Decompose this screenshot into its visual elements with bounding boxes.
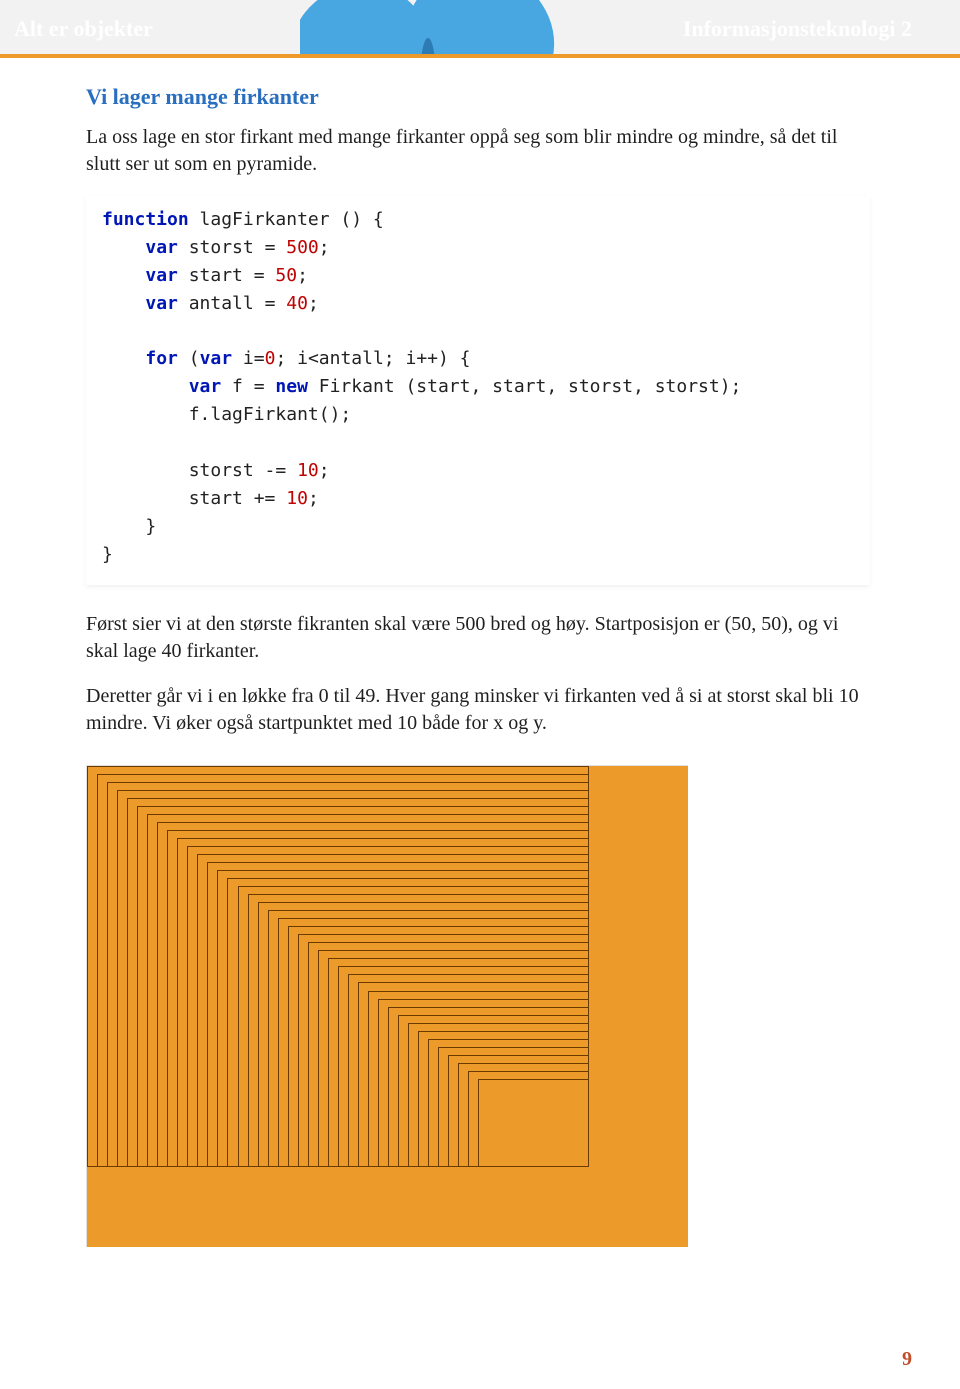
squares-canvas-wrap [86,765,870,1247]
code-text: storst -= [189,460,297,481]
kw-var: var [145,293,178,314]
code-text: start += [189,488,287,509]
code-text: ; [308,488,319,509]
page-header: Alt er objekter Informasjonsteknologi 2 [0,0,960,58]
num: 500 [286,237,319,258]
header-right-title: Informasjonsteknologi 2 [683,16,912,42]
kw-var: var [145,265,178,286]
code-text: ; [308,293,319,314]
paragraph-3: Deretter går vi i en løkke fra 0 til 49.… [86,683,870,737]
code-text: i= [232,348,265,369]
code-text: storst = [178,237,286,258]
content-area: Vi lager mange firkanter La oss lage en … [0,58,960,1247]
intro-paragraph: La oss lage en stor firkant med mange fi… [86,124,870,178]
num: 0 [265,348,276,369]
num: 40 [286,293,308,314]
kw-var: var [200,348,233,369]
num: 10 [286,488,308,509]
header-rule [0,54,960,58]
code-text: Firkant (start, start, storst, storst); [308,376,741,397]
kw-new: new [275,376,308,397]
kw-var: var [189,376,222,397]
num: 10 [297,460,319,481]
code-text: start = [178,265,276,286]
code-text: f = [221,376,275,397]
code-text: ; [319,460,330,481]
section-title: Vi lager mange firkanter [86,84,870,110]
code-block-lagfirkanter: function lagFirkanter () { var storst = … [86,196,870,585]
code-text: f.lagFirkant(); [189,404,352,425]
paragraph-2: Først sier vi at den største fikranten s… [86,611,870,665]
square [478,1079,588,1167]
page-number: 9 [902,1348,912,1371]
code-text: ; [319,237,330,258]
kw-for: for [145,348,178,369]
code-text: } [102,544,113,565]
butterfly-graphic [300,0,560,58]
code-text: lagFirkanter () { [189,209,384,230]
code-text: ; i<antall; i++) { [275,348,470,369]
header-left-title: Alt er objekter [14,16,153,42]
num: 50 [275,265,297,286]
code-text: antall = [178,293,286,314]
squares-canvas [86,765,688,1247]
code-text: ( [178,348,200,369]
kw-var: var [145,237,178,258]
kw-function: function [102,209,189,230]
code-text: } [145,516,156,537]
code-text: ; [297,265,308,286]
